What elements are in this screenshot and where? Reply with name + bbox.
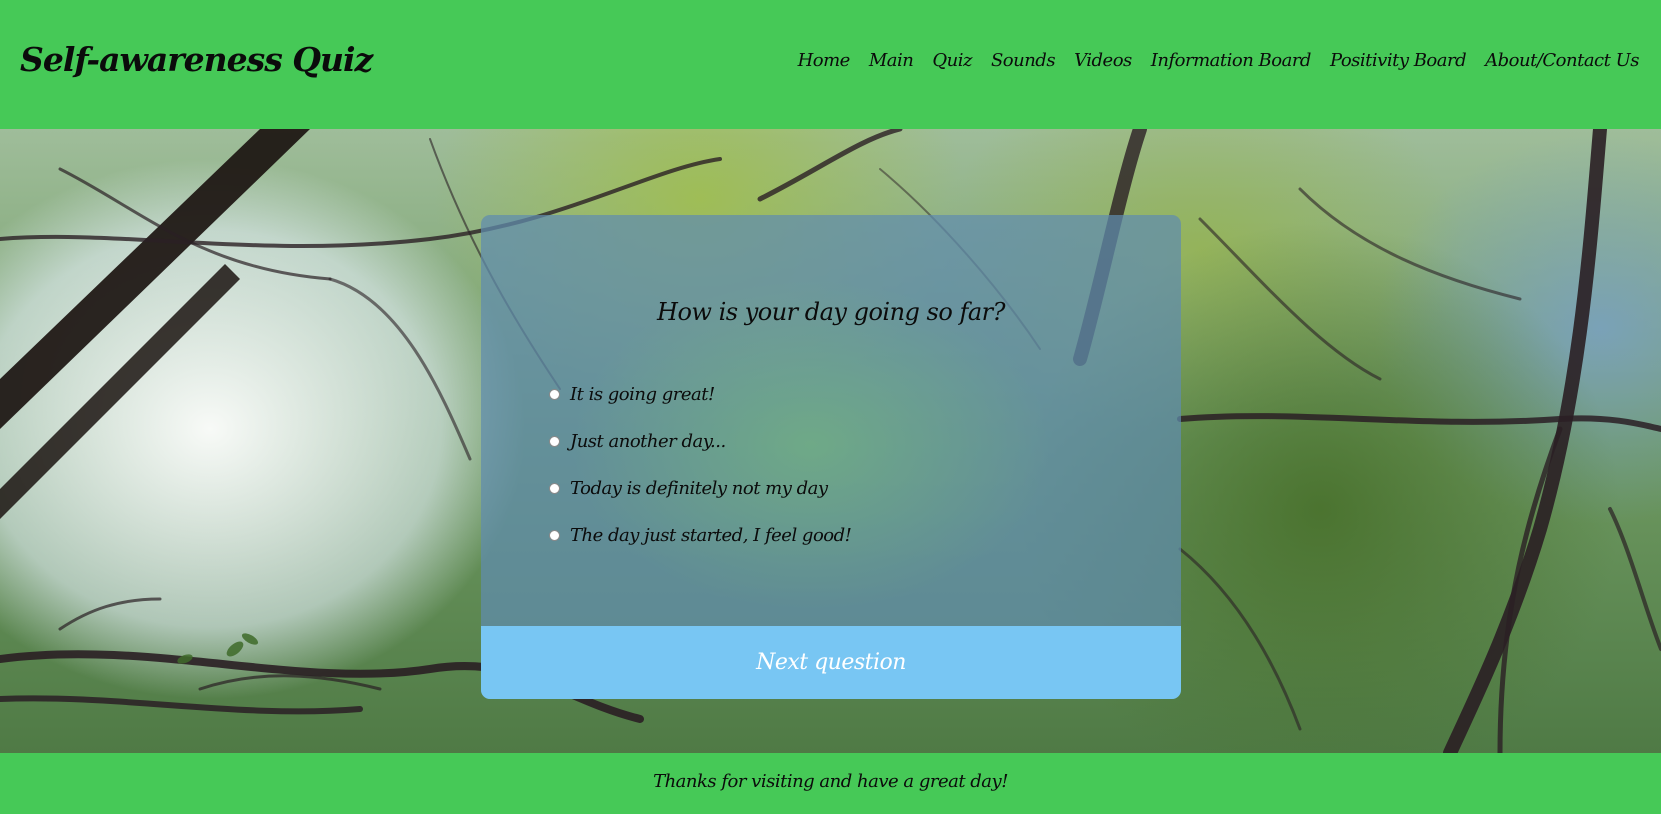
radio-button[interactable]	[549, 436, 560, 447]
background-branches-image: How is your day going so far? It is goin…	[0, 129, 1661, 753]
nav-main[interactable]: Main	[869, 50, 914, 71]
main-nav: Home Main Quiz Sounds Videos Information…	[798, 50, 1640, 71]
nav-videos[interactable]: Videos	[1074, 50, 1132, 71]
nav-sounds[interactable]: Sounds	[991, 50, 1056, 71]
answer-option[interactable]: Today is definitely not my day	[549, 465, 851, 512]
site-footer: Thanks for visiting and have a great day…	[0, 753, 1661, 814]
nav-information-board[interactable]: Information Board	[1151, 50, 1312, 71]
radio-button[interactable]	[549, 530, 560, 541]
footer-message: Thanks for visiting and have a great day…	[653, 771, 1008, 792]
answer-option[interactable]: The day just started, I feel good!	[549, 512, 852, 559]
answer-option[interactable]: Just another day...	[549, 418, 851, 465]
nav-positivity-board[interactable]: Positivity Board	[1330, 50, 1467, 71]
next-question-button[interactable]: Next question	[481, 626, 1181, 699]
answer-label: The day just started, I feel good!	[570, 525, 852, 546]
answer-label: Just another day...	[570, 431, 726, 452]
quiz-card: How is your day going so far? It is goin…	[481, 215, 1181, 699]
nav-about-contact[interactable]: About/Contact Us	[1485, 50, 1639, 71]
site-title: Self-awareness Quiz	[20, 40, 373, 79]
answer-label: It is going great!	[570, 384, 715, 405]
nav-quiz[interactable]: Quiz	[932, 50, 972, 71]
quiz-question: How is your day going so far?	[657, 298, 1005, 326]
answer-label: Today is definitely not my day	[570, 478, 828, 499]
answer-options: It is going great! Just another day... T…	[549, 371, 852, 559]
site-header: Self-awareness Quiz Home Main Quiz Sound…	[0, 0, 1661, 129]
radio-button[interactable]	[549, 483, 560, 494]
answer-option[interactable]: It is going great!	[549, 371, 851, 418]
radio-button[interactable]	[549, 389, 560, 400]
nav-home[interactable]: Home	[798, 50, 851, 71]
